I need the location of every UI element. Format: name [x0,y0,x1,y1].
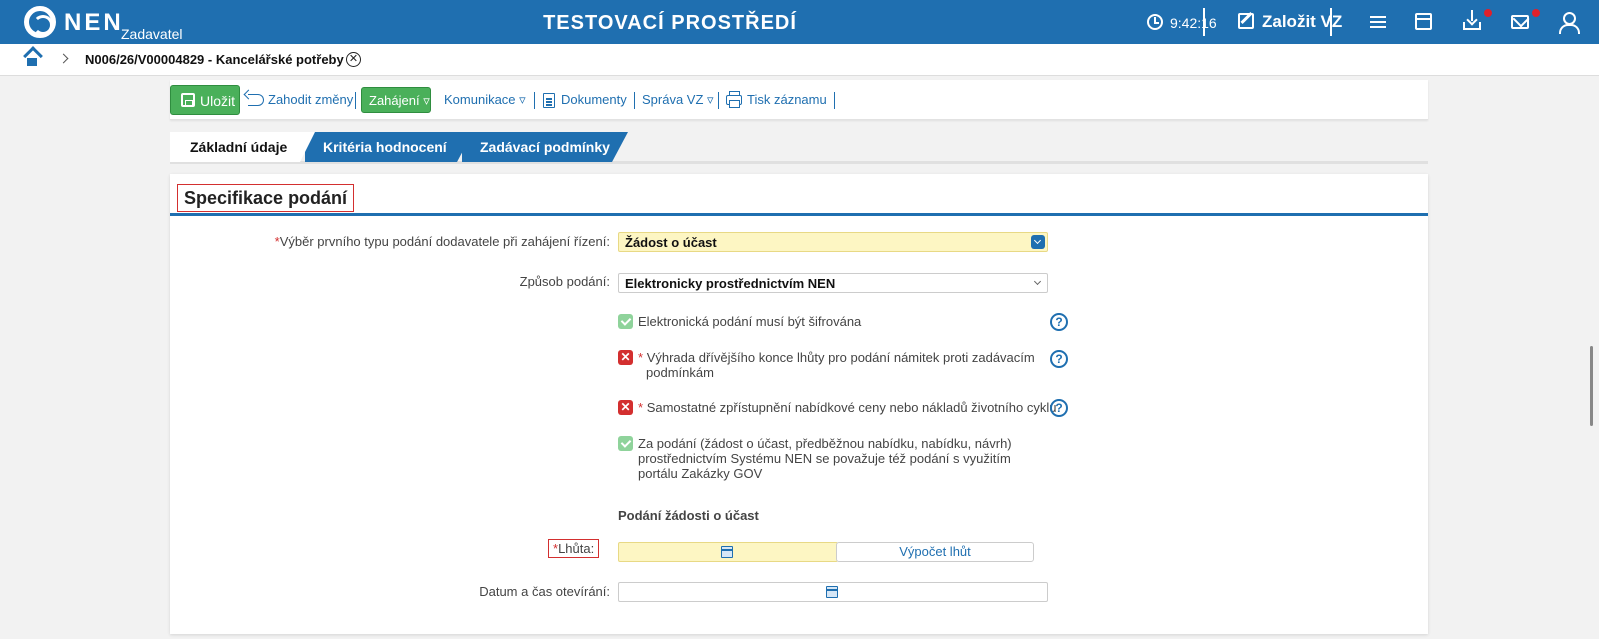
save-button[interactable]: Uložit [170,85,240,115]
tab-basic-info[interactable]: Základní údaje [170,132,315,162]
deadline-label: *Lhůta: [548,539,600,558]
toolbar-divider [355,92,356,109]
start-dropdown-label: Zahájení ▿ [369,93,430,108]
required-mark: * [638,400,644,415]
separate-price-disclosure-checkbox[interactable]: ✕ [618,400,633,415]
start-dropdown-button[interactable]: Zahájení ▿ [361,87,431,113]
separate-price-disclosure-label: * Samostatné zpřístupnění nabídkové ceny… [638,400,1058,415]
deadline-label-text: Lhůta: [558,541,595,556]
download-icon[interactable] [1463,10,1481,30]
calendar-icon[interactable] [1415,13,1432,30]
encrypted-submissions-label: Elektronická podání musí být šifrována [638,314,862,329]
page-scrollbar[interactable] [1590,346,1593,426]
opening-datetime-label: Datum a čas otevírání: [479,584,610,599]
tab-tender-conditions[interactable]: Zadávací podmínky [462,132,628,162]
save-button-label: Uložit [200,93,236,109]
method-value: Elektronicky prostřednictvím NEN [625,276,836,291]
chevron-down-icon [1033,277,1042,286]
first-type-label: *Výběr prvního typu podání dodavatele př… [275,234,610,249]
first-type-label-text: Výběr prvního typu podání dodavatele při… [279,234,610,249]
print-record-link[interactable]: Tisk záznamu [747,92,827,107]
method-label: Způsob podání: [519,274,610,289]
home-icon[interactable] [24,52,40,66]
help-icon[interactable]: ? [1050,399,1068,417]
tab-evaluation-criteria[interactable]: Kritéria hodnocení [305,132,473,162]
undo-icon[interactable] [248,94,264,106]
toolbar-divider [718,92,719,109]
objection-deadline-text: Výhrada dřívějšího konce lhůty pro podán… [646,350,1035,365]
session-time: 9:42:16 [1170,15,1217,31]
clock-icon [1147,14,1163,30]
objection-deadline-text-cont: podmínkám [646,365,714,380]
toolbar-divider [634,92,635,109]
chevron-down-icon[interactable] [1031,235,1045,249]
first-type-value: Žádost o účast [625,235,717,250]
top-bar: NEN Zadavatel TESTOVACÍ PROSTŘEDÍ 9:42:1… [0,0,1599,44]
objection-deadline-checkbox[interactable]: ✕ [618,350,633,365]
download-notification-dot [1484,9,1492,17]
save-icon [181,93,195,107]
required-mark: * [638,350,644,365]
communication-menu[interactable]: Komunikace ▿ [444,92,526,108]
close-icon[interactable]: ✕ [346,52,361,67]
method-select[interactable]: Elektronicky prostřednictvím NEN [618,273,1048,293]
manage-vz-menu[interactable]: Správa VZ ▿ [642,92,714,108]
chevron-right-icon [58,53,69,64]
edit-icon[interactable] [1238,13,1254,29]
submission-spec-card: Specifikace podání *Výběr prvního typu p… [170,174,1428,634]
documents-icon [543,93,555,108]
action-toolbar: Uložit Zahodit změny Zahájení ▿ Komunika… [170,80,1428,120]
breadcrumb: N006/26/V00004829 - Kancelářské potřeby … [0,44,1599,76]
breadcrumb-current[interactable]: N006/26/V00004829 - Kancelářské potřeby [85,52,344,67]
discard-changes-link[interactable]: Zahodit změny [268,92,353,107]
calculate-deadlines-button[interactable]: Výpočet lhůt [836,542,1034,562]
help-icon[interactable]: ? [1050,350,1068,368]
toolbar-divider [834,92,835,109]
environment-title: TESTOVACÍ PROSTŘEDÍ [543,12,797,34]
print-icon [726,91,742,108]
encrypted-submissions-checkbox[interactable] [618,314,633,329]
documents-link[interactable]: Dokumenty [561,92,627,107]
calendar-icon[interactable] [826,586,838,598]
header-divider [1203,8,1205,36]
objection-deadline-label: * Výhrada dřívějšího konce lhůty pro pod… [638,350,1058,380]
zakazky-gov-checkbox[interactable] [618,436,633,451]
section-title: Specifikace podání [177,184,355,212]
header-divider [1330,8,1332,36]
help-icon[interactable]: ? [1050,313,1068,331]
subsection-title: Podání žádosti o účast [618,508,759,523]
zakazky-gov-label: Za podání (žádost o účast, předběžnou na… [638,436,1012,481]
tab-bar: Zadávací podmínky Kritéria hodnocení Zák… [170,132,1428,164]
calendar-icon[interactable] [721,546,733,558]
deadline-input[interactable] [618,542,838,562]
menu-icon[interactable] [1368,13,1388,33]
first-type-select[interactable]: Žádost o účast [618,232,1048,252]
toolbar-divider [534,92,535,109]
opening-datetime-input[interactable] [618,582,1048,602]
mail-notification-dot [1532,9,1540,17]
section-header: Specifikace podání [170,174,1428,216]
separate-price-disclosure-text: Samostatné zpřístupnění nabídkové ceny n… [646,400,1057,415]
mail-icon[interactable] [1511,15,1529,29]
user-icon[interactable] [1558,12,1580,34]
